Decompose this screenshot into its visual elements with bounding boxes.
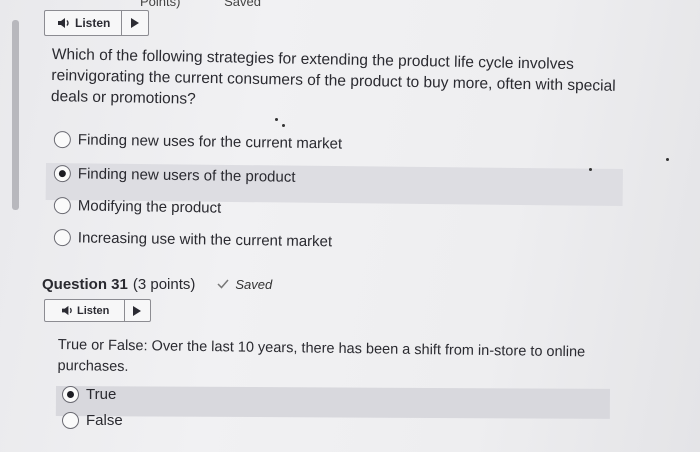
option-label: True: [86, 386, 117, 403]
radio-button[interactable]: [53, 229, 71, 247]
radio-button-selected[interactable]: [62, 386, 79, 403]
q31-option-true[interactable]: True: [62, 386, 116, 403]
listen-label: Listen: [75, 16, 111, 30]
question-points: (3 points): [132, 276, 196, 293]
quiz-page: Points) Saved Listen Which of the follow…: [0, 0, 700, 452]
radio-button[interactable]: [53, 197, 71, 215]
screen-speck: [589, 168, 592, 171]
q30-option-3[interactable]: Modifying the product: [53, 197, 222, 217]
screen-speck: [275, 118, 278, 121]
question-31-text: True or False: Over the last 10 years, t…: [57, 336, 586, 375]
option-label: Modifying the product: [77, 197, 222, 217]
question-title: Question 31: [42, 276, 128, 293]
radio-button-selected[interactable]: [53, 165, 71, 183]
previous-saved-text: Saved: [224, 0, 261, 9]
question-31-header: Question 31 (3 points) Saved: [42, 276, 272, 293]
selected-option-highlight: [55, 386, 610, 419]
radio-button[interactable]: [53, 131, 71, 149]
radio-button[interactable]: [62, 412, 79, 429]
screen-speck: [282, 124, 285, 127]
option-label: Finding new uses for the current market: [77, 131, 343, 153]
listen-control[interactable]: Listen: [45, 300, 125, 321]
play-button[interactable]: [122, 11, 148, 35]
listen-control[interactable]: Listen: [45, 11, 122, 35]
scrollbar-thumb[interactable]: [12, 20, 19, 210]
play-icon: [130, 18, 140, 28]
previous-question-fragment: Points) Saved: [140, 0, 301, 9]
check-icon: [217, 279, 229, 289]
option-label: Finding new users of the product: [77, 165, 296, 186]
screen-speck: [666, 158, 669, 161]
option-label: Increasing use with the current market: [77, 229, 333, 251]
q30-option-1[interactable]: Finding new uses for the current market: [53, 131, 343, 153]
listen-button-q30[interactable]: Listen: [44, 10, 149, 36]
speaker-icon: [61, 305, 74, 316]
q31-option-false[interactable]: False: [62, 412, 123, 429]
play-button[interactable]: [125, 300, 150, 321]
listen-label: Listen: [77, 304, 110, 317]
speaker-icon: [57, 17, 71, 29]
play-icon: [132, 305, 142, 316]
saved-status: Saved: [217, 277, 272, 292]
question-30-text: Which of the following strategies for ex…: [50, 45, 616, 108]
saved-label: Saved: [235, 276, 273, 292]
q30-option-4[interactable]: Increasing use with the current market: [53, 229, 333, 251]
option-label: False: [86, 412, 123, 429]
previous-points-text: Points): [140, 0, 181, 9]
listen-button-q31[interactable]: Listen: [44, 299, 151, 322]
